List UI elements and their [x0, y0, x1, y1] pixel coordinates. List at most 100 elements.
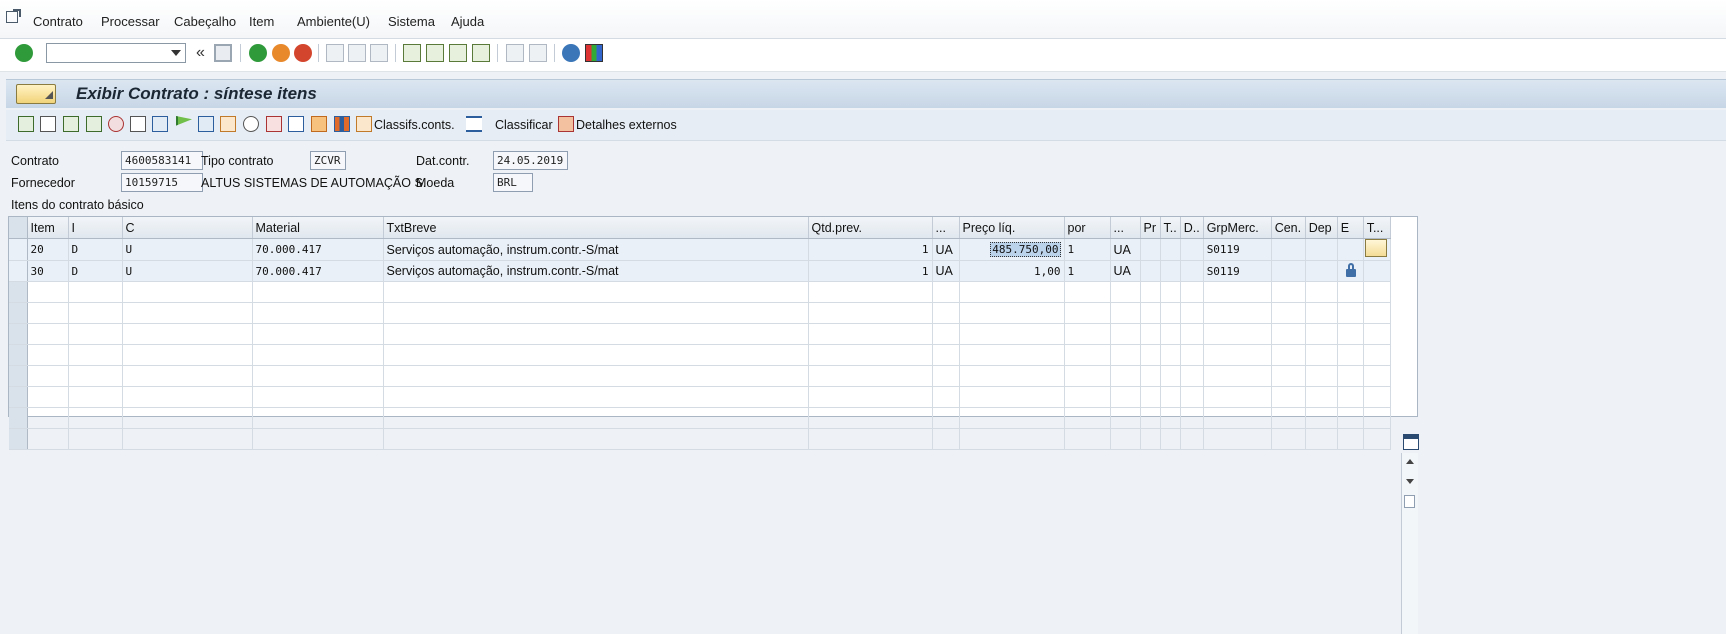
empty-row[interactable]: [9, 323, 1391, 345]
col-e[interactable]: E: [1337, 217, 1364, 239]
col-item[interactable]: Item: [27, 217, 69, 239]
col-t[interactable]: T..: [1160, 217, 1181, 239]
texts-icon[interactable]: [108, 116, 124, 132]
customize-layout-icon[interactable]: [585, 44, 603, 62]
cell-t[interactable]: [1160, 260, 1181, 282]
col-c[interactable]: C: [122, 217, 253, 239]
col-unit[interactable]: ...: [932, 217, 960, 239]
text-icon[interactable]: [1364, 239, 1387, 257]
cell-qtd-prev[interactable]: 1: [808, 260, 933, 282]
empty-row[interactable]: [9, 344, 1391, 366]
delivery-icon[interactable]: [311, 116, 327, 132]
col-i[interactable]: I: [68, 217, 123, 239]
menu-item[interactable]: Item: [249, 14, 274, 29]
cell-por[interactable]: 1: [1064, 260, 1111, 282]
statistics-icon[interactable]: [220, 116, 236, 132]
scroll-thumb[interactable]: [1404, 495, 1415, 508]
row-selector[interactable]: [9, 407, 28, 429]
col-qtd-prev[interactable]: Qtd.prev.: [808, 217, 933, 239]
help-icon[interactable]: [562, 44, 580, 62]
item-history-icon[interactable]: [266, 116, 282, 132]
cell-unit2[interactable]: UA: [1110, 260, 1141, 282]
row-selector[interactable]: [9, 344, 28, 366]
classifs-icon[interactable]: [356, 116, 372, 132]
empty-row[interactable]: [9, 365, 1391, 387]
back-icon[interactable]: [249, 44, 267, 62]
cell-t2[interactable]: [1363, 238, 1391, 261]
chart-icon[interactable]: [334, 116, 350, 132]
row-selector[interactable]: [9, 302, 28, 324]
col-d[interactable]: D..: [1180, 217, 1204, 239]
table-row[interactable]: 30 D U 70.000.417 Serviços automação, in…: [9, 260, 1391, 282]
vertical-scrollbar[interactable]: [1401, 453, 1418, 634]
row-selector[interactable]: [9, 260, 28, 282]
cell-dep[interactable]: [1305, 260, 1338, 282]
cell-txtbreve[interactable]: Serviços automação, instrum.contr.-S/mat: [383, 260, 809, 282]
row-selector[interactable]: [9, 428, 28, 450]
cell-preco-liq[interactable]: 485.750,00: [959, 238, 1065, 261]
cell-item[interactable]: 20: [27, 238, 69, 261]
cell-e[interactable]: [1337, 260, 1364, 282]
last-page-icon[interactable]: [472, 44, 490, 62]
scroll-down-icon[interactable]: [1406, 479, 1414, 484]
column-config-icon[interactable]: [1403, 434, 1419, 450]
row-selector[interactable]: [9, 238, 28, 261]
save-icon[interactable]: [214, 44, 232, 62]
cancel-icon[interactable]: [294, 44, 312, 62]
scroll-up-icon[interactable]: [1406, 459, 1414, 464]
cell-t2[interactable]: [1363, 260, 1391, 282]
new-session-icon[interactable]: [506, 44, 524, 62]
zoom-icon[interactable]: [243, 116, 259, 132]
menu-open-icon[interactable]: [6, 11, 18, 23]
col-unit2[interactable]: ...: [1110, 217, 1141, 239]
cell-unit[interactable]: UA: [932, 238, 960, 261]
print-icon[interactable]: [326, 44, 344, 62]
col-grpmerc[interactable]: GrpMerc.: [1203, 217, 1272, 239]
menu-processar[interactable]: Processar: [101, 14, 160, 29]
conditions-icon[interactable]: [63, 116, 79, 132]
find-icon[interactable]: [348, 44, 366, 62]
print-preview-icon[interactable]: [198, 116, 214, 132]
account-assignment-icon[interactable]: [86, 116, 102, 132]
first-page-icon[interactable]: [403, 44, 421, 62]
moeda-field[interactable]: BRL: [493, 173, 533, 192]
empty-row[interactable]: [9, 407, 1391, 429]
empty-row[interactable]: [9, 386, 1391, 408]
col-cen[interactable]: Cen.: [1271, 217, 1306, 239]
tipo-contrato-field[interactable]: ZCVR: [310, 151, 346, 170]
exit-icon[interactable]: [272, 44, 290, 62]
header-icon[interactable]: [130, 116, 146, 132]
document-icon[interactable]: [40, 116, 56, 132]
menu-cabecalho[interactable]: Cabeçalho: [174, 14, 236, 29]
services-menu-button[interactable]: [16, 84, 56, 104]
table-row[interactable]: 20 D U 70.000.417 Serviços automação, in…: [9, 238, 1391, 261]
cell-por[interactable]: 1: [1064, 238, 1111, 261]
dat-contr-field[interactable]: 24.05.2019: [493, 151, 568, 170]
previous-page-icon[interactable]: [426, 44, 444, 62]
cell-i[interactable]: D: [68, 238, 123, 261]
cell-unit2[interactable]: UA: [1110, 238, 1141, 261]
menu-ambiente[interactable]: Ambiente(U): [297, 14, 370, 29]
cell-c[interactable]: U: [122, 260, 253, 282]
partners-icon[interactable]: [152, 116, 168, 132]
sort-icon[interactable]: [466, 116, 482, 132]
classificar-button[interactable]: Classificar: [495, 118, 553, 132]
contrato-field[interactable]: 4600583141: [121, 151, 203, 170]
cell-cen[interactable]: [1271, 238, 1306, 261]
fornecedor-field[interactable]: 10159715: [121, 173, 203, 192]
shortcut-icon[interactable]: [529, 44, 547, 62]
cell-material[interactable]: 70.000.417: [252, 260, 384, 282]
menu-contrato[interactable]: Contrato: [33, 14, 83, 29]
detalhes-externos-button[interactable]: Detalhes externos: [576, 118, 677, 132]
cell-grpmerc[interactable]: S0119: [1203, 260, 1272, 282]
row-selector[interactable]: [9, 365, 28, 387]
selected-value[interactable]: 485.750,00: [990, 242, 1061, 257]
empty-row[interactable]: [9, 302, 1391, 324]
col-txtbreve[interactable]: TxtBreve: [383, 217, 809, 239]
cell-dep[interactable]: [1305, 238, 1338, 261]
empty-row[interactable]: [9, 281, 1391, 303]
item-details-icon[interactable]: [18, 116, 34, 132]
empty-row[interactable]: [9, 428, 1391, 450]
col-material[interactable]: Material: [252, 217, 384, 239]
cell-c[interactable]: U: [122, 238, 253, 261]
